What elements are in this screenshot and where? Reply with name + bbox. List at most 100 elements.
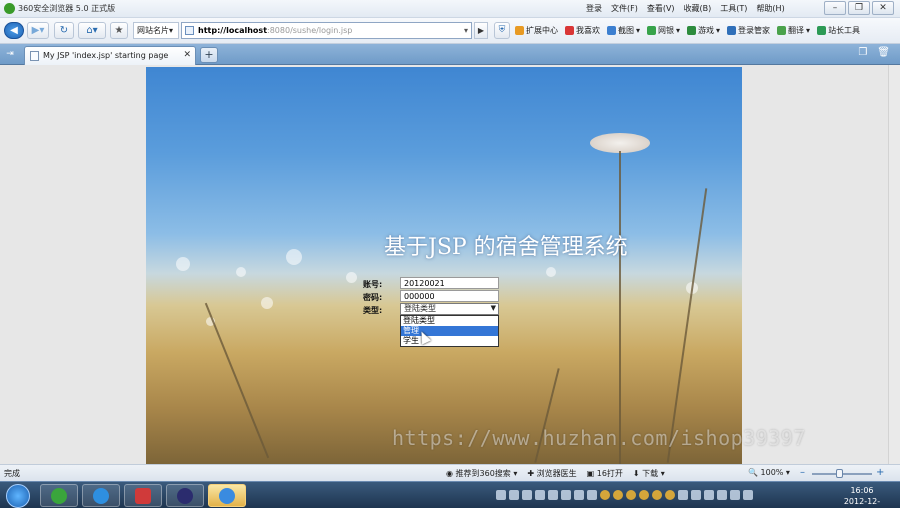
qq-icon[interactable] [613, 490, 623, 500]
menu-help[interactable]: 帮助(H) [756, 3, 784, 14]
menu-tools[interactable]: 工具(T) [720, 3, 747, 14]
puzzle-icon [515, 26, 524, 35]
menu-favorites[interactable]: 收藏(B) [684, 3, 712, 14]
tray-icon[interactable] [509, 490, 519, 500]
login-type-select[interactable]: 登陆类型 ▼ [400, 303, 499, 315]
page-icon [30, 51, 39, 61]
plus-icon: + [204, 48, 214, 61]
tool-banking[interactable]: 网银 ▾ [647, 25, 680, 36]
background-bokeh [236, 267, 246, 277]
status-downloads[interactable]: ⬇ 下载 ▾ [633, 468, 665, 479]
sidebar-toggle-icon[interactable]: ⇥ [2, 47, 18, 62]
system-clock[interactable]: 16:06 2012-12-13 [840, 485, 884, 508]
zoom-in-icon[interactable]: + [876, 467, 884, 478]
menu-file[interactable]: 文件(F) [611, 3, 638, 14]
system-tray [496, 490, 753, 500]
back-button[interactable]: ◀ [4, 22, 24, 39]
tool-extensions[interactable]: 扩展中心 [515, 25, 558, 36]
vertical-scrollbar[interactable] [888, 65, 900, 464]
account-input[interactable] [400, 277, 499, 289]
tray-icon[interactable] [535, 490, 545, 500]
type-option-admin[interactable]: 管理 [401, 326, 498, 336]
watermark-text: https://www.huzhan.com/ishop39397 [392, 426, 806, 450]
star-icon: ★ [114, 25, 124, 36]
clock-time: 16:06 [850, 486, 874, 495]
home-button[interactable]: ⌂▾ [78, 22, 106, 39]
tool-screenshot[interactable]: 截图 ▾ [607, 25, 640, 36]
tool-likes[interactable]: 我喜欢 [565, 25, 600, 36]
flower-stem [619, 151, 621, 464]
window-controls: – ❐ ✕ [824, 1, 894, 15]
taskbar-eclipse[interactable] [166, 484, 204, 507]
tray-icon[interactable] [587, 490, 597, 500]
volume-icon[interactable] [743, 490, 753, 500]
trash-icon[interactable]: 🗑 [877, 47, 890, 58]
taskbar-active-app[interactable] [208, 484, 246, 507]
type-label: 类型: [363, 306, 383, 315]
extension-toolbar: 扩展中心 我喜欢 截图 ▾ 网银 ▾ 游戏 ▾ 登录管家 翻译 ▾ 站长工具 [515, 25, 860, 36]
tab-index-page[interactable]: My JSP 'index.jsp' starting page ✕ [24, 46, 196, 65]
qq-icon[interactable] [639, 490, 649, 500]
tray-icon[interactable] [691, 490, 701, 500]
web-viewport: 基于JSP 的宿舍管理系统 账号: 密码: 类型: 登陆类型 ▼ 登陆类型 管理… [0, 65, 900, 464]
taskbar-ie[interactable] [82, 484, 120, 507]
arrow-right-icon: ▶▾ [31, 25, 45, 36]
ie-icon [93, 488, 109, 504]
status-search-recommend[interactable]: ◉ 推荐到360搜索 ▾ [446, 468, 517, 479]
restore-tabs-icon[interactable]: ❐ [858, 47, 867, 58]
tray-icon[interactable] [678, 490, 688, 500]
tool-translate[interactable]: 翻译 ▾ [777, 25, 810, 36]
taskbar: 16:06 2012-12-13 [0, 481, 900, 508]
tray-icon[interactable] [496, 490, 506, 500]
tray-icon[interactable] [548, 490, 558, 500]
tool-webmaster[interactable]: 站长工具 [817, 25, 860, 36]
type-option-student[interactable]: 学生 [401, 336, 498, 346]
qq-icon[interactable] [600, 490, 610, 500]
zoom-out-icon[interactable]: – [800, 467, 805, 478]
taskbar-360browser[interactable] [40, 484, 78, 507]
favorite-button[interactable]: ★ [110, 22, 128, 39]
address-bar[interactable]: http://localhost:8080/sushe/login.jsp ▾ [181, 22, 472, 39]
tool-games[interactable]: 游戏 ▾ [687, 25, 720, 36]
zoom-slider-handle[interactable] [836, 469, 843, 478]
status-text: 完成 [4, 469, 20, 478]
qq-icon[interactable] [626, 490, 636, 500]
taskbar-app-red[interactable] [124, 484, 162, 507]
start-button[interactable] [6, 484, 30, 508]
restore-button[interactable]: ❐ [848, 1, 870, 15]
tray-icon[interactable] [574, 490, 584, 500]
tray-icon[interactable] [704, 490, 714, 500]
tool-login-manager[interactable]: 登录管家 [727, 25, 770, 36]
new-tab-button[interactable]: + [200, 47, 218, 63]
password-input[interactable] [400, 290, 499, 302]
close-icon[interactable]: ✕ [183, 47, 191, 64]
menu-view[interactable]: 查看(V) [647, 3, 675, 14]
tray-icon[interactable] [522, 490, 532, 500]
bank-icon [647, 26, 657, 35]
zoom-level[interactable]: 🔍 100% ▾ [748, 468, 790, 477]
tray-icon[interactable] [561, 490, 571, 500]
minimize-button[interactable]: – [824, 1, 846, 15]
go-button[interactable]: ▶ [474, 22, 488, 39]
refresh-button[interactable]: ↻ [54, 22, 74, 39]
security-button[interactable]: ⛨ [494, 22, 510, 39]
app-icon [219, 488, 235, 504]
chevron-down-icon[interactable]: ▾ [464, 23, 468, 38]
account-label: 账号: [363, 280, 383, 289]
qq-icon[interactable] [665, 490, 675, 500]
qq-icon[interactable] [652, 490, 662, 500]
type-option-default[interactable]: 登陆类型 [401, 316, 498, 326]
clock-date: 2012-12-13 [843, 497, 881, 506]
tab-label: My JSP 'index.jsp' starting page [43, 51, 169, 60]
grass-stem [204, 302, 270, 459]
status-doctor[interactable]: ✚ 浏览器医生 [527, 468, 576, 479]
forward-button[interactable]: ▶▾ [27, 22, 49, 39]
close-button[interactable]: ✕ [872, 1, 894, 15]
network-icon[interactable] [730, 490, 740, 500]
status-open[interactable]: ▣ 16打开 [587, 468, 623, 479]
tray-icon[interactable] [717, 490, 727, 500]
gamepad-icon [687, 26, 697, 35]
favorites-dropdown[interactable]: 网站名片▾ [133, 22, 179, 39]
url-host: http://localhost [198, 26, 268, 35]
menu-login[interactable]: 登录 [586, 3, 602, 14]
